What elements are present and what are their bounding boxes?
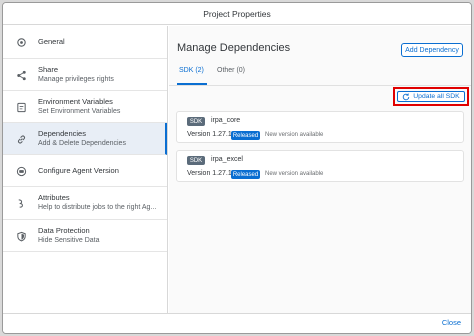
project-properties-dialog: Project Properties General Share Manage … [2,2,472,334]
dialog-footer: Close [3,313,471,333]
settings-icon [15,36,27,48]
shield-icon [15,230,27,242]
package-version: Version 1.27.12 [187,131,236,138]
sidebar-item-label: Environment Variables [38,97,113,106]
dependency-card[interactable]: SDK irpa_excel Version 1.27.12 Released … [176,150,464,182]
main-panel: Manage Dependencies Add Dependency SDK (… [169,26,471,313]
sidebar-item-data-protection[interactable]: Data Protection Hide Sensitive Data [3,220,167,252]
sidebar-item-general[interactable]: General [3,26,167,59]
sidebar: General Share Manage privileges rights E… [3,26,168,313]
package-name: irpa_core [211,117,241,124]
sidebar-item-attributes[interactable]: Attributes Help to distribute jobs to th… [3,187,167,220]
status-badge: Released [231,170,260,179]
package-version: Version 1.27.12 [187,170,236,177]
tab-sdk[interactable]: SDK (2) [179,67,204,74]
sidebar-item-subtitle: Manage privileges rights [38,76,114,83]
sidebar-item-environment-variables[interactable]: Environment Variables Set Environment Va… [3,91,167,123]
dialog-title: Project Properties [3,3,471,25]
sidebar-item-dependencies[interactable]: Dependencies Add & Delete Dependencies [3,123,167,155]
sidebar-item-label: General [38,37,65,46]
sdk-badge: SDK [187,156,205,165]
dependency-card[interactable]: SDK irpa_core Version 1.27.12 Released N… [176,111,464,143]
sidebar-item-share[interactable]: Share Manage privileges rights [3,59,167,91]
sdk-badge: SDK [187,117,205,126]
status-badge: Released [231,131,260,140]
sidebar-item-subtitle: Set Environment Variables [38,108,121,115]
sidebar-item-label: Share [38,65,59,74]
tab-other[interactable]: Other (0) [217,67,245,74]
close-button[interactable]: Close [442,318,461,327]
sidebar-item-configure-agent-version[interactable]: Configure Agent Version [3,155,167,187]
sidebar-item-subtitle: Hide Sensitive Data [38,237,100,244]
attributes-icon [15,197,27,209]
update-all-sdk-button[interactable]: Update all SDK [397,91,465,102]
sidebar-item-subtitle: Help to distribute jobs to the right Ag.… [38,204,157,211]
update-all-sdk-label: Update all SDK [413,93,460,100]
package-name: irpa_excel [211,156,243,163]
highlight-box: Update all SDK [393,87,469,106]
sidebar-item-label: Configure Agent Version [38,166,119,175]
new-version-note: New version available [265,132,324,138]
sidebar-item-label: Data Protection [38,226,90,235]
add-dependency-button[interactable]: Add Dependency [401,43,463,57]
agent-icon [15,165,27,177]
new-version-note: New version available [265,171,324,177]
sidebar-item-label: Attributes [38,193,70,202]
page-title: Manage Dependencies [177,42,291,54]
sidebar-item-subtitle: Add & Delete Dependencies [38,140,126,147]
variables-icon [15,101,27,113]
refresh-icon [402,92,410,101]
tab-divider [169,85,471,86]
link-icon [15,133,27,145]
sidebar-item-label: Dependencies [38,129,86,138]
share-icon [15,69,27,81]
